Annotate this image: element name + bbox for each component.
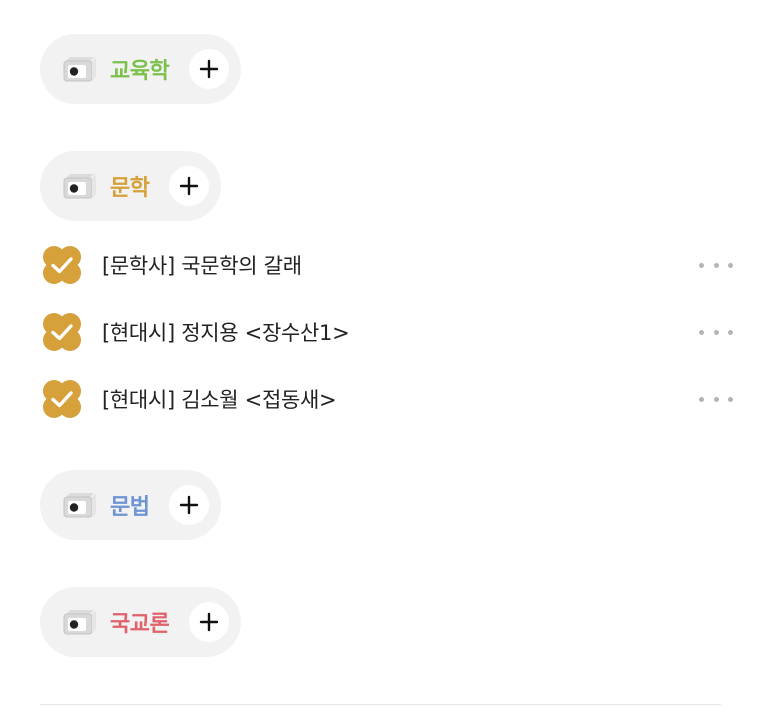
- add-todo-button[interactable]: [169, 166, 210, 206]
- category-pill-korean-theory[interactable]: 국교론: [40, 587, 242, 657]
- plus-icon: [200, 612, 219, 632]
- add-todo-button[interactable]: [189, 49, 230, 89]
- more-dots-icon: [713, 262, 719, 268]
- more-dots-icon: [728, 329, 733, 335]
- more-options-button[interactable]: [699, 389, 733, 409]
- folder-box-icon: [63, 493, 96, 518]
- checkmark-icon[interactable]: [40, 377, 84, 421]
- more-options-button[interactable]: [699, 322, 733, 342]
- todo-text: [현대시] 정지용 <장수산1>: [102, 321, 350, 345]
- todo-text: [현대시] 김소월 <접동새>: [102, 388, 337, 412]
- category-pill-grammar[interactable]: 문법: [40, 470, 222, 540]
- category-label: 교육학: [110, 59, 170, 84]
- add-todo-button[interactable]: [189, 602, 230, 642]
- folder-box-icon: [63, 174, 96, 199]
- todo-item[interactable]: [문학사] 국문학의 갈래: [40, 243, 733, 287]
- plus-icon: [200, 59, 219, 79]
- category-label: 문법: [110, 495, 150, 520]
- category-pill-literature[interactable]: 문학: [40, 151, 222, 221]
- category-label: 국교론: [110, 612, 170, 637]
- todo-text: [문학사] 국문학의 갈래: [102, 254, 302, 278]
- more-dots-icon: [728, 396, 733, 402]
- more-dots-icon: [728, 262, 733, 268]
- category-pill-education[interactable]: 교육학: [40, 34, 242, 104]
- checkmark-icon[interactable]: [40, 310, 84, 354]
- plus-icon: [180, 176, 199, 196]
- divider: [40, 704, 721, 705]
- more-dots-icon: [699, 329, 704, 335]
- add-todo-button[interactable]: [169, 485, 210, 525]
- more-dots-icon: [713, 329, 719, 335]
- folder-box-icon: [63, 610, 96, 635]
- todo-item[interactable]: [현대시] 정지용 <장수산1>: [40, 310, 733, 354]
- more-dots-icon: [699, 262, 704, 268]
- more-options-button[interactable]: [699, 255, 733, 275]
- category-label: 문학: [110, 176, 150, 201]
- folder-box-icon: [63, 57, 96, 82]
- more-dots-icon: [713, 396, 719, 402]
- more-dots-icon: [699, 396, 704, 402]
- plus-icon: [180, 495, 199, 515]
- checkmark-icon[interactable]: [40, 243, 84, 287]
- todo-item[interactable]: [현대시] 김소월 <접동새>: [40, 377, 733, 421]
